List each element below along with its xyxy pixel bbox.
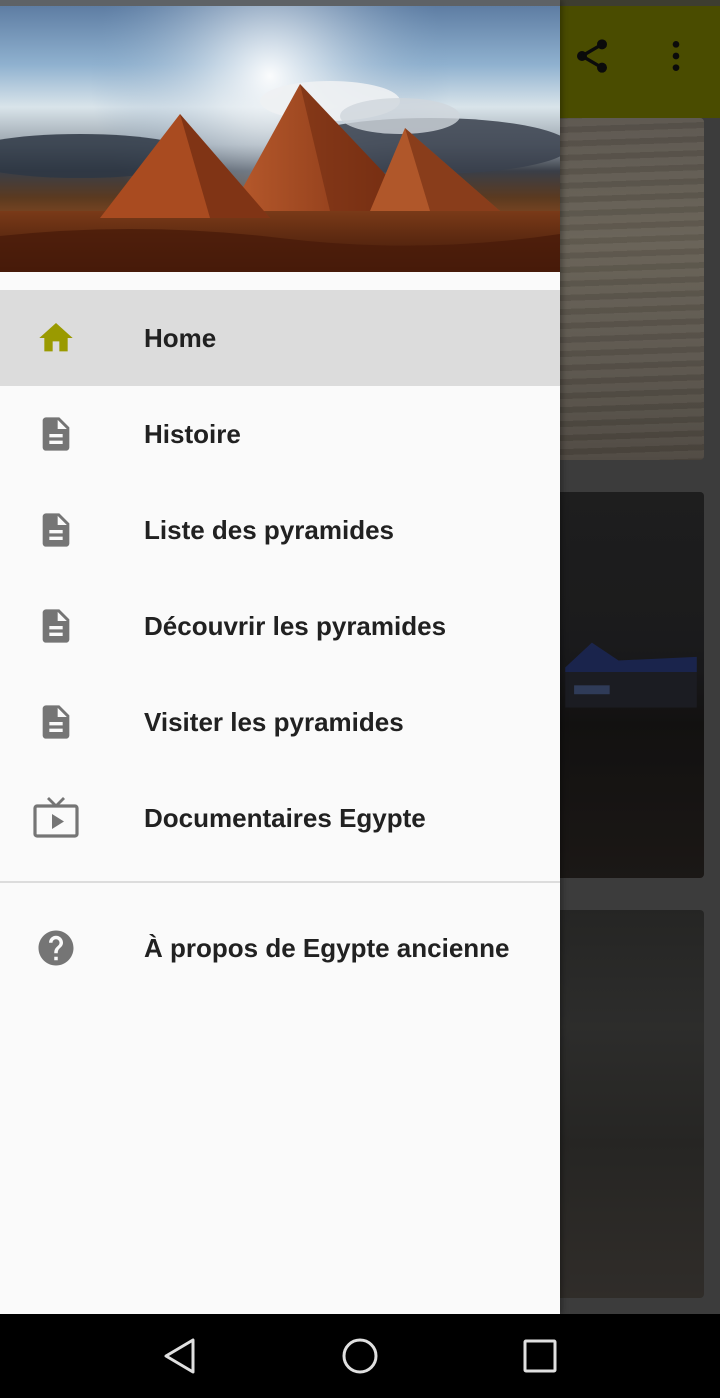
home-circle-icon <box>342 1338 378 1374</box>
back-icon <box>164 1338 195 1374</box>
drawer-item-label: Liste des pyramides <box>144 514 394 545</box>
document-icon <box>28 406 84 462</box>
back-button[interactable] <box>144 1328 216 1384</box>
drawer-item-label: À propos de Egypte ancienne <box>144 932 510 963</box>
pyramids-image <box>0 6 560 272</box>
drawer-item-label: Home <box>144 322 217 353</box>
drawer-divider <box>0 881 560 883</box>
drawer-spacer <box>0 272 560 290</box>
document-icon <box>28 502 84 558</box>
drawer-item-label: Découvrir les pyramides <box>144 610 447 641</box>
screen: Home Histoire Liste des pyramides Découv… <box>0 0 720 1398</box>
drawer-item-a-propos[interactable]: À propos de Egypte ancienne <box>0 900 560 996</box>
help-circle-icon <box>28 920 84 976</box>
drawer-item-home[interactable]: Home <box>0 290 560 386</box>
drawer-item-label: Documentaires Egypte <box>144 802 426 833</box>
navigation-drawer: Home Histoire Liste des pyramides Découv… <box>0 0 560 1314</box>
drawer-item-documentaires-egypte[interactable]: Documentaires Egypte <box>0 770 560 866</box>
document-icon <box>28 694 84 750</box>
system-navigation-bar <box>0 1314 720 1398</box>
recents-icon <box>523 1339 557 1373</box>
drawer-item-histoire[interactable]: Histoire <box>0 386 560 482</box>
home-icon <box>28 310 84 366</box>
drawer-header-image <box>0 6 560 272</box>
drawer-item-label: Visiter les pyramides <box>144 706 404 737</box>
drawer-item-label: Histoire <box>144 418 241 449</box>
recents-button[interactable] <box>504 1328 576 1384</box>
drawer-item-liste-des-pyramides[interactable]: Liste des pyramides <box>0 482 560 578</box>
drawer-item-visiter-les-pyramides[interactable]: Visiter les pyramides <box>0 674 560 770</box>
home-button[interactable] <box>324 1328 396 1384</box>
tv-play-icon <box>28 790 84 846</box>
document-icon <box>28 598 84 654</box>
drawer-item-decouvrir-les-pyramides[interactable]: Découvrir les pyramides <box>0 578 560 674</box>
